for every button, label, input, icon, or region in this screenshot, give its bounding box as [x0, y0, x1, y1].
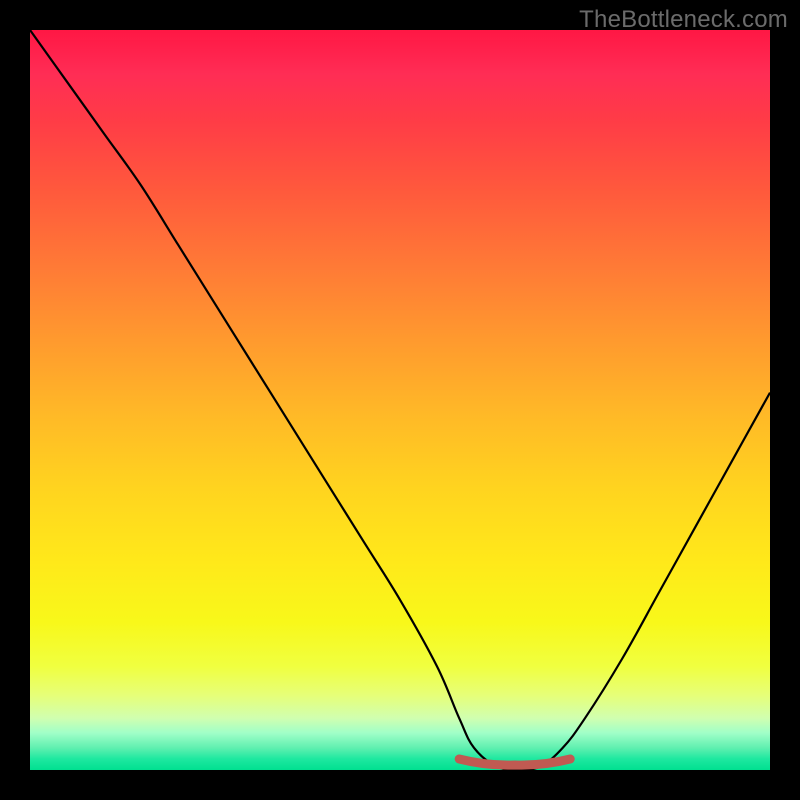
bottleneck-curve	[30, 30, 770, 770]
chart-frame: TheBottleneck.com	[0, 0, 800, 800]
chart-plot-area	[30, 30, 770, 770]
optimal-range-marker	[459, 759, 570, 765]
chart-svg	[30, 30, 770, 770]
watermark-text: TheBottleneck.com	[579, 6, 788, 34]
